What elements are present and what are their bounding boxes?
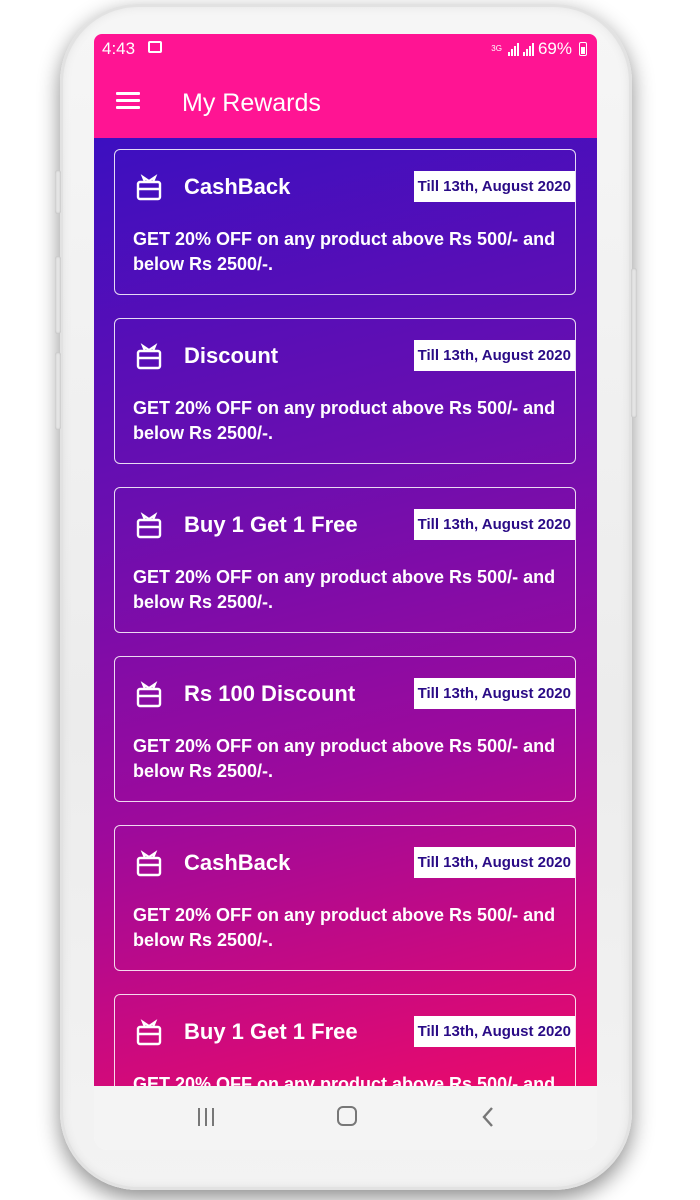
gift-card-icon: [136, 681, 162, 708]
reward-card[interactable]: CashBack Till 13th, August 2020 GET 20% …: [114, 825, 576, 971]
reward-description: GET 20% OFF on any product above Rs 500/…: [133, 736, 556, 781]
reward-card[interactable]: CashBack Till 13th, August 2020 GET 20% …: [114, 149, 576, 295]
validity-badge: Till 13th, August 2020: [413, 509, 575, 540]
validity-badge: Till 13th, August 2020: [413, 171, 575, 202]
validity-badge: Till 13th, August 2020: [413, 340, 575, 371]
back-icon[interactable]: [480, 1106, 496, 1128]
phone-screen: 4:43 3G 69% My Rewards CashBack Till 13t…: [94, 34, 597, 1150]
reward-title: CashBack: [184, 174, 291, 199]
validity-badge: Till 13th, August 2020: [413, 1016, 575, 1047]
gift-card-icon: [136, 174, 162, 201]
volume-up-button: [55, 170, 61, 214]
gift-card-icon: [136, 850, 162, 877]
system-nav-bar: [94, 1086, 597, 1150]
validity-badge: Till 13th, August 2020: [413, 847, 575, 878]
recent-apps-icon[interactable]: [197, 1108, 215, 1126]
rewards-list[interactable]: CashBack Till 13th, August 2020 GET 20% …: [94, 138, 597, 1086]
reward-description: GET 20% OFF on any product above Rs 500/…: [133, 229, 556, 274]
page-title: My Rewards: [182, 89, 321, 117]
volume-down-button: [55, 256, 61, 334]
reward-card[interactable]: Buy 1 Get 1 Free Till 13th, August 2020 …: [114, 487, 576, 633]
signal-icon: [522, 42, 534, 56]
gift-card-icon: [136, 1019, 162, 1046]
reward-title: CashBack: [184, 850, 291, 875]
reward-card[interactable]: Discount Till 13th, August 2020 GET 20% …: [114, 318, 576, 464]
status-bar: 4:43 3G 69%: [94, 34, 597, 64]
reward-title: Discount: [184, 343, 279, 368]
reward-card[interactable]: Rs 100 Discount Till 13th, August 2020 G…: [114, 656, 576, 802]
battery-percent: 69%: [537, 39, 572, 58]
gift-card-icon: [136, 343, 162, 370]
network-type: 3G: [491, 44, 502, 53]
app-bar: My Rewards: [94, 64, 597, 138]
reward-title: Buy 1 Get 1 Free: [184, 1019, 358, 1044]
reward-title: Buy 1 Get 1 Free: [184, 512, 358, 537]
reward-description: GET 20% OFF on any product above Rs 500/…: [133, 398, 556, 443]
reward-description: GET 20% OFF on any product above Rs 500/…: [133, 905, 556, 950]
validity-badge: Till 13th, August 2020: [413, 678, 575, 709]
gallery-notification-icon: [148, 41, 162, 53]
status-time: 4:43: [102, 39, 136, 58]
reward-description: GET 20% OFF on any product above Rs 500/…: [133, 1074, 556, 1086]
bixby-button: [55, 352, 61, 430]
reward-card[interactable]: Buy 1 Get 1 Free Till 13th, August 2020 …: [114, 994, 576, 1086]
reward-description: GET 20% OFF on any product above Rs 500/…: [133, 567, 556, 612]
menu-icon[interactable]: [116, 92, 140, 110]
gift-card-icon: [136, 512, 162, 539]
home-icon[interactable]: [337, 1106, 357, 1126]
signal-icon: [507, 42, 519, 56]
status-indicators: 3G 69%: [491, 39, 587, 59]
reward-title: Rs 100 Discount: [184, 681, 356, 706]
power-button: [631, 268, 637, 418]
battery-icon: [579, 42, 587, 56]
